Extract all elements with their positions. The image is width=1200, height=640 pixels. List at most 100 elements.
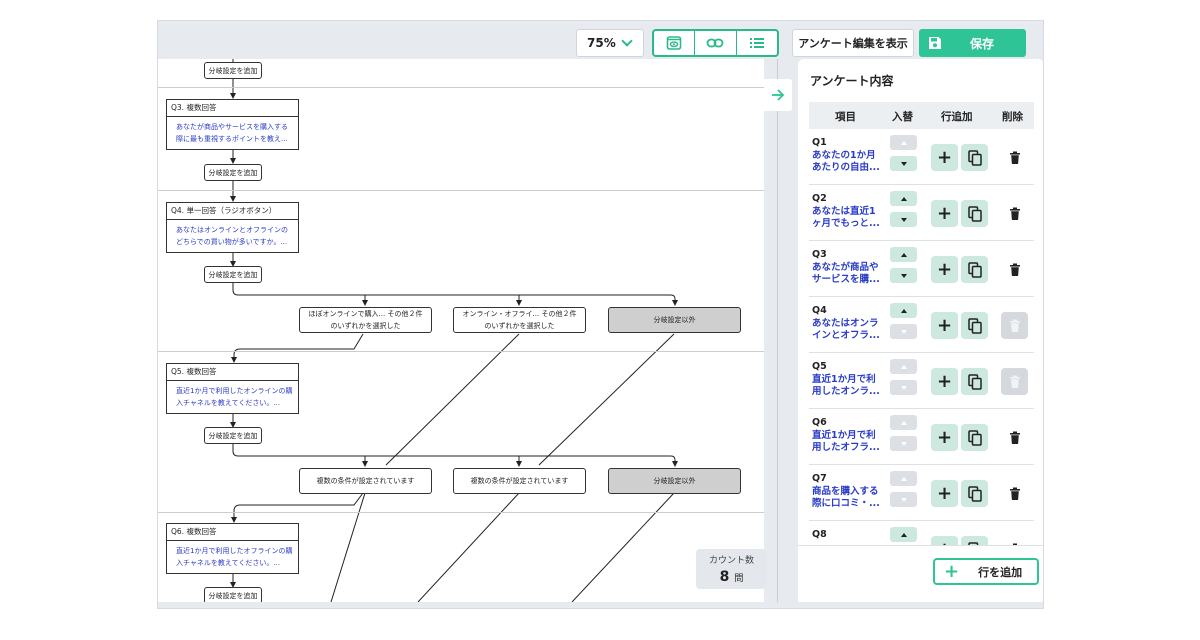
move-up-button[interactable] xyxy=(890,527,917,542)
plus-icon: + xyxy=(936,147,953,168)
add-row-below-button[interactable]: + xyxy=(931,144,958,171)
delete-row-button[interactable] xyxy=(1001,424,1028,451)
add-row-below-button[interactable]: + xyxy=(931,424,958,451)
trash-icon xyxy=(1009,431,1021,445)
copy-icon xyxy=(967,149,982,166)
show-survey-edit-button[interactable]: アンケート編集を表示 xyxy=(792,29,914,57)
flow-canvas[interactable]: 分岐設定を追加 Q3. 複数回答 あなたが商品やサービスを購入する 際に最も重視… xyxy=(158,59,764,602)
question-row[interactable]: Q4 あなたはオンラ インとオフラ... + xyxy=(809,297,1034,353)
duplicate-row-button[interactable] xyxy=(961,480,988,507)
save-label: 保存 xyxy=(970,36,995,51)
duplicate-row-button[interactable] xyxy=(961,368,988,395)
duplicate-row-button[interactable] xyxy=(961,256,988,283)
question-row[interactable]: Q1 あなたの1か月 あたりの自由... + xyxy=(809,129,1034,185)
move-down-button[interactable] xyxy=(890,380,917,395)
move-up-button[interactable] xyxy=(890,247,917,262)
add-branch-button[interactable]: 分岐設定を追加 xyxy=(204,427,262,444)
plus-icon: + xyxy=(944,561,960,582)
move-down-button[interactable] xyxy=(890,268,917,283)
move-down-button[interactable] xyxy=(890,492,917,507)
move-up-button[interactable] xyxy=(890,303,917,318)
question-title: Q6. 複数回答 xyxy=(167,524,298,541)
add-row-button[interactable]: + 行を追加 xyxy=(933,558,1039,585)
move-up-button[interactable] xyxy=(890,359,917,374)
caret-down-icon xyxy=(900,273,907,278)
move-up-button[interactable] xyxy=(890,415,917,430)
move-up-button[interactable] xyxy=(890,191,917,206)
plus-icon: + xyxy=(936,203,953,224)
link-view-button[interactable] xyxy=(695,31,737,55)
zoom-select[interactable]: 75% xyxy=(576,29,644,57)
row-question-summary[interactable]: あなたが商品や サービスを購... xyxy=(812,262,882,286)
add-branch-button[interactable]: 分岐設定を追加 xyxy=(204,62,262,79)
delete-row-button[interactable] xyxy=(1001,312,1028,339)
add-branch-button[interactable]: 分岐設定を追加 xyxy=(204,266,262,283)
row-question-summary[interactable]: あなたは直近1 ヶ月でもっと... xyxy=(812,206,882,230)
row-question-number: Q7 xyxy=(812,473,827,484)
question-row[interactable]: Q6 直近1か月で利 用したオフラ... + xyxy=(809,409,1034,465)
move-up-button[interactable] xyxy=(890,471,917,486)
add-row-below-button[interactable]: + xyxy=(931,200,958,227)
question-node-q6[interactable]: Q6. 複数回答 直近1か月で利用したオフラインの購 入チャネルを教えてください… xyxy=(166,523,299,574)
duplicate-row-button[interactable] xyxy=(961,536,988,545)
branch-condition[interactable]: 複数の条件が設定されています xyxy=(299,468,432,494)
row-question-number: Q4 xyxy=(812,305,827,316)
add-row-below-button[interactable]: + xyxy=(931,480,958,507)
question-row[interactable]: Q5 直近1か月で利 用したオンラ... + xyxy=(809,353,1034,409)
caret-down-icon xyxy=(900,217,907,222)
add-row-below-button[interactable]: + xyxy=(931,256,958,283)
question-row[interactable]: Q3 あなたが商品や サービスを購... + xyxy=(809,241,1034,297)
question-row[interactable]: Q7 商品を購入する 際に口コミ・... + xyxy=(809,465,1034,521)
duplicate-row-button[interactable] xyxy=(961,424,988,451)
list-view-button[interactable] xyxy=(737,31,777,55)
section-divider xyxy=(158,190,764,191)
branch-condition[interactable]: 複数の条件が設定されています xyxy=(453,468,586,494)
branch-condition[interactable]: ほぼオンラインで購入... その他２件 のいずれかを選択した xyxy=(299,307,432,333)
duplicate-row-button[interactable] xyxy=(961,144,988,171)
save-button[interactable]: 保存 xyxy=(919,29,1026,57)
duplicate-row-button[interactable] xyxy=(961,200,988,227)
row-question-summary[interactable]: 直近1か月で利 用したオフラ... xyxy=(812,430,882,454)
delete-row-button[interactable] xyxy=(1001,480,1028,507)
row-question-summary[interactable]: 直近1か月で利 用したオンラ... xyxy=(812,374,882,398)
copy-icon xyxy=(967,429,982,446)
floppy-disk-icon xyxy=(928,36,942,50)
preview-view-button[interactable] xyxy=(654,31,696,55)
section-divider xyxy=(158,512,764,513)
row-question-summary[interactable]: 商品を購入する 際に口コミ・... xyxy=(812,486,882,510)
delete-row-button[interactable] xyxy=(1001,368,1028,395)
add-row-below-button[interactable]: + xyxy=(931,536,958,545)
branch-condition-other[interactable]: 分岐設定以外 xyxy=(608,307,741,333)
survey-content-panel: アンケート内容 項目 入替 行追加 削除 Q1 あなたの1か月 あたりの自由... +… xyxy=(798,59,1043,602)
question-row[interactable]: Q8 + xyxy=(809,521,1034,545)
delete-row-button[interactable] xyxy=(1001,144,1028,171)
move-down-button[interactable] xyxy=(890,324,917,339)
duplicate-row-button[interactable] xyxy=(961,312,988,339)
view-mode-group xyxy=(652,29,779,57)
move-down-button[interactable] xyxy=(890,212,917,227)
caret-up-icon xyxy=(900,476,907,481)
add-branch-button[interactable]: 分岐設定を追加 xyxy=(204,587,262,602)
delete-row-button[interactable] xyxy=(1001,256,1028,283)
add-branch-button[interactable]: 分岐設定を追加 xyxy=(204,164,262,181)
move-down-button[interactable] xyxy=(890,436,917,451)
delete-row-button[interactable] xyxy=(1001,200,1028,227)
question-node-q3[interactable]: Q3. 複数回答 あなたが商品やサービスを購入する 際に最も重視するポイントを教… xyxy=(166,99,299,150)
question-count: カウント数 8 問 xyxy=(696,549,767,589)
question-node-q4[interactable]: Q4. 単一回答（ラジオボタン） あなたはオンラインとオフラインの どちらでの買… xyxy=(166,202,299,253)
table-header: 項目 入替 行追加 削除 xyxy=(809,102,1034,129)
add-row-below-button[interactable]: + xyxy=(931,368,958,395)
question-node-q5[interactable]: Q5. 複数回答 直近1か月で利用したオンラインの購 入チャネルを教えてください… xyxy=(166,363,299,414)
add-row-below-button[interactable]: + xyxy=(931,312,958,339)
row-question-summary[interactable]: あなたの1か月 あたりの自由... xyxy=(812,150,882,174)
move-up-button[interactable] xyxy=(890,135,917,150)
row-question-summary[interactable]: あなたはオンラ インとオフラ... xyxy=(812,318,882,342)
move-down-button[interactable] xyxy=(890,156,917,171)
delete-row-button[interactable] xyxy=(1001,536,1028,545)
caret-down-icon xyxy=(900,441,907,446)
branch-condition-other[interactable]: 分岐設定以外 xyxy=(608,468,741,494)
question-row[interactable]: Q2 あなたは直近1 ヶ月でもっと... + xyxy=(809,185,1034,241)
collapse-panel-button[interactable] xyxy=(764,79,792,111)
count-value: 8 xyxy=(719,569,730,585)
branch-condition[interactable]: オンライン・オフライ... その他２件 のいずれかを選択した xyxy=(453,307,586,333)
